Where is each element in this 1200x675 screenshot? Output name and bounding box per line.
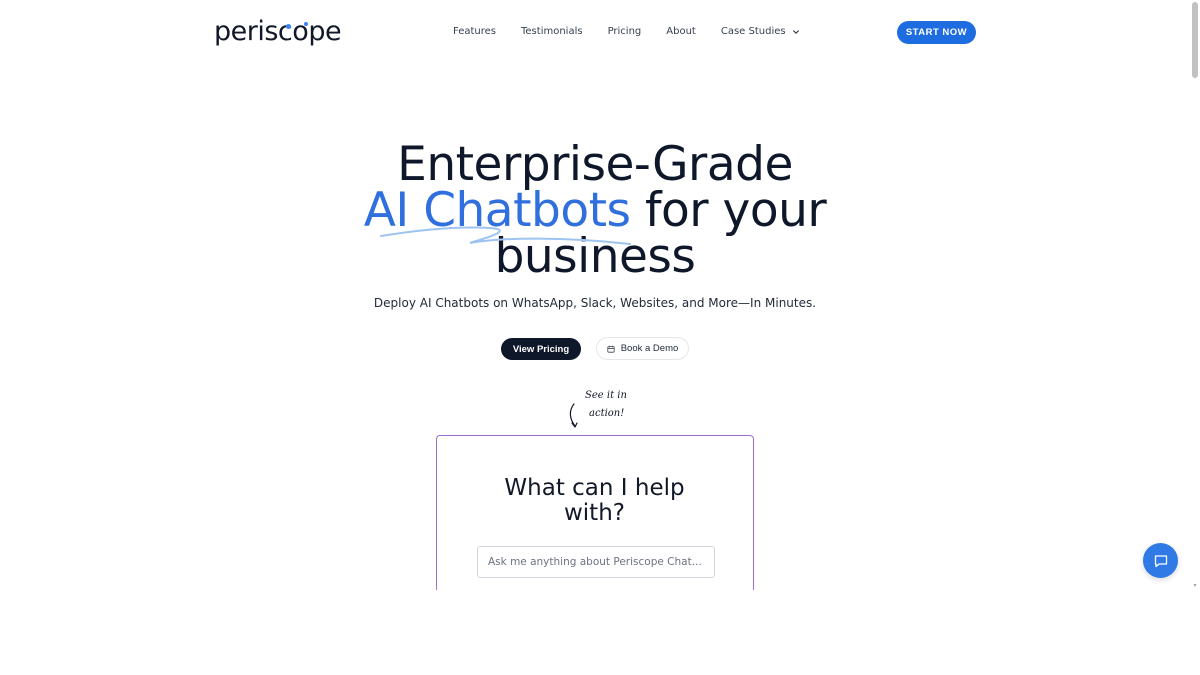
logo-text-accent: c: [277, 16, 293, 47]
hero-title: Enterprise-Grade AI Chatbots for your bu…: [0, 137, 1190, 280]
nav-pricing[interactable]: Pricing: [608, 26, 642, 37]
chat-widget-button[interactable]: [1143, 543, 1178, 578]
scrollbar-thumb[interactable]: [1192, 2, 1198, 78]
nav-testimonials[interactable]: Testimonials: [521, 26, 583, 37]
book-demo-button[interactable]: Book a Demo: [596, 337, 689, 360]
scroll-down-arrow-icon[interactable]: ▾: [1192, 583, 1198, 589]
nav-case-studies-label: Case Studies: [720, 26, 786, 37]
chevron-down-icon: [792, 29, 799, 34]
logo-text-start: peris: [214, 16, 278, 47]
hero-title-line1: Enterprise-Grade: [397, 137, 793, 192]
view-pricing-button[interactable]: View Pricing: [501, 338, 581, 360]
page-scrollbar[interactable]: ▾: [1190, 0, 1200, 675]
underline-squiggle: [380, 226, 631, 245]
demo-heading: What can I help with?: [437, 476, 752, 526]
landing-page: perisco pe Features Testimonials Pricing …: [0, 0, 1200, 675]
nav-features[interactable]: Features: [453, 26, 496, 37]
logo-text-end: pe: [308, 16, 342, 47]
logo-o-letter: o: [292, 16, 309, 47]
see-it-in-action-note: See it in action!: [583, 387, 643, 423]
book-demo-label: Book a Demo: [620, 343, 679, 354]
handwritten-line1: See it in: [585, 390, 627, 401]
start-now-button[interactable]: START NOW: [897, 21, 976, 44]
chat-demo-input[interactable]: [477, 546, 715, 578]
demo-heading-line2: with?: [563, 500, 625, 526]
periscope-logo[interactable]: perisco pe: [214, 16, 342, 48]
calendar-icon: [607, 345, 615, 353]
main-nav: Features Testimonials Pricing About Case…: [453, 26, 825, 37]
hero-subtitle: Deploy AI Chatbots on WhatsApp, Slack, W…: [373, 296, 817, 310]
curved-arrow-icon: [569, 403, 578, 428]
handwritten-line2: action!: [589, 408, 625, 419]
demo-heading-line1: What can I help: [504, 475, 685, 501]
nav-about[interactable]: About: [666, 26, 696, 37]
page-fold-area: [430, 590, 760, 675]
site-header: perisco pe Features Testimonials Pricing …: [0, 0, 1190, 64]
chat-demo-card: What can I help with?: [436, 435, 754, 595]
chat-bubble-icon: [1154, 554, 1167, 567]
nav-case-studies[interactable]: Case Studies: [721, 26, 800, 37]
